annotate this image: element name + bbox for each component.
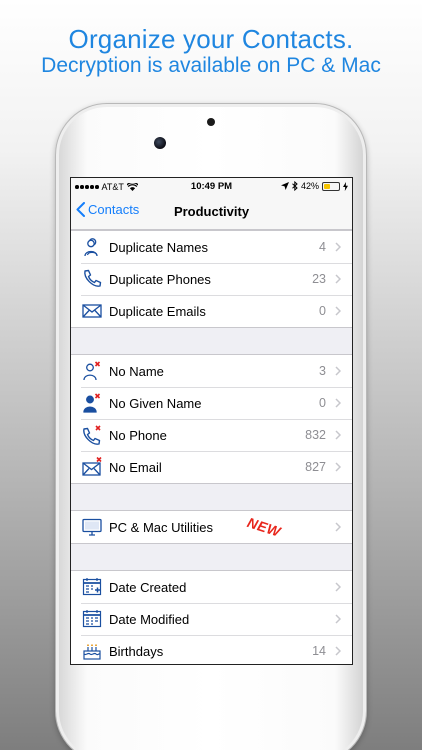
row-count: 14 xyxy=(312,644,326,658)
duplicate-names-icon xyxy=(81,236,103,258)
chevron-left-icon xyxy=(76,202,85,217)
row-count: 23 xyxy=(312,272,326,286)
row-count: 827 xyxy=(305,460,326,474)
dates-section: Date Created Date Modified Birthdays 14 xyxy=(71,570,352,664)
no-name-icon xyxy=(81,360,103,382)
new-badge: NEW xyxy=(245,514,283,540)
list-item-birthdays[interactable]: Birthdays 14 xyxy=(71,635,352,664)
row-label: Duplicate Names xyxy=(109,239,208,255)
list-item-no-given-name[interactable]: No Given Name 0 xyxy=(71,387,352,419)
row-count: 832 xyxy=(305,428,326,442)
chevron-right-icon xyxy=(332,582,344,592)
list-item-pc-mac-utilities[interactable]: PC & Mac Utilities NEW xyxy=(71,511,352,543)
row-count: 0 xyxy=(319,304,326,318)
location-arrow-icon xyxy=(280,182,289,190)
charging-bolt-icon xyxy=(343,181,348,191)
phone-screen: AT&T 10:49 PM 42% Contacts Productivity xyxy=(70,177,353,665)
row-label: No Email xyxy=(109,459,162,475)
list-item-duplicate-emails[interactable]: Duplicate Emails 0 xyxy=(71,295,352,327)
row-label: No Name xyxy=(109,363,164,379)
list-item-no-email[interactable]: No Email 827 xyxy=(71,451,352,483)
section-separator xyxy=(71,484,352,510)
row-label: No Given Name xyxy=(109,395,202,411)
list-item-date-created[interactable]: Date Created xyxy=(71,571,352,603)
chevron-right-icon xyxy=(332,462,344,472)
list-item-duplicate-phones[interactable]: Duplicate Phones 23 xyxy=(71,263,352,295)
monitor-icon xyxy=(81,516,103,538)
chevron-right-icon xyxy=(332,430,344,440)
section-separator xyxy=(71,544,352,570)
row-count: 4 xyxy=(319,240,326,254)
promo-subheadline: Decryption is available on PC & Mac xyxy=(41,54,381,77)
no-phone-icon xyxy=(81,424,103,446)
utilities-section: PC & Mac Utilities NEW xyxy=(71,510,352,544)
duplicate-emails-icon xyxy=(81,300,103,322)
row-label: Date Created xyxy=(109,579,187,595)
duplicate-phones-icon xyxy=(81,268,103,290)
list-item-duplicate-names[interactable]: Duplicate Names 4 xyxy=(71,231,352,263)
promo-headline: Organize your Contacts. xyxy=(68,24,354,54)
chevron-right-icon xyxy=(332,614,344,624)
battery-percent: 42% xyxy=(300,181,319,191)
row-count: 3 xyxy=(319,364,326,378)
row-label: Date Modified xyxy=(109,611,190,627)
list-item-no-phone[interactable]: No Phone 832 xyxy=(71,419,352,451)
chevron-right-icon xyxy=(332,274,344,284)
chevron-right-icon xyxy=(332,646,344,656)
battery-icon xyxy=(322,181,340,191)
duplicates-section: Duplicate Names 4 Duplicate Phones 23 Du… xyxy=(71,230,352,328)
chevron-right-icon xyxy=(332,306,344,316)
row-label: Birthdays xyxy=(109,643,164,659)
calendar-icon xyxy=(81,608,103,630)
chevron-right-icon xyxy=(332,366,344,376)
row-label: Duplicate Phones xyxy=(109,271,211,287)
no-email-icon xyxy=(81,456,103,478)
chevron-right-icon xyxy=(332,242,344,252)
back-button-label: Contacts xyxy=(88,202,140,217)
productivity-list: Duplicate Names 4 Duplicate Phones 23 Du… xyxy=(71,230,352,664)
row-label: PC & Mac Utilities xyxy=(109,519,214,535)
navigation-bar: Contacts Productivity xyxy=(71,196,352,230)
row-label: No Phone xyxy=(109,427,167,443)
phone-sensor xyxy=(207,118,215,126)
status-bar: AT&T 10:49 PM 42% xyxy=(71,178,352,196)
birthday-cake-icon xyxy=(81,640,103,662)
calendar-add-icon xyxy=(81,576,103,598)
chevron-right-icon xyxy=(332,522,344,532)
front-camera xyxy=(154,137,166,149)
chevron-right-icon xyxy=(332,398,344,408)
no-given-name-icon xyxy=(81,392,103,414)
bluetooth-icon xyxy=(292,181,298,191)
list-item-date-modified[interactable]: Date Modified xyxy=(71,603,352,635)
section-separator xyxy=(71,328,352,354)
list-item-no-name[interactable]: No Name 3 xyxy=(71,355,352,387)
row-label: Duplicate Emails xyxy=(109,303,206,319)
row-count: 0 xyxy=(319,396,326,410)
back-button[interactable]: Contacts xyxy=(76,202,139,217)
missing-info-section: No Name 3 No Given Name 0 No Phone 832 N… xyxy=(71,354,352,484)
